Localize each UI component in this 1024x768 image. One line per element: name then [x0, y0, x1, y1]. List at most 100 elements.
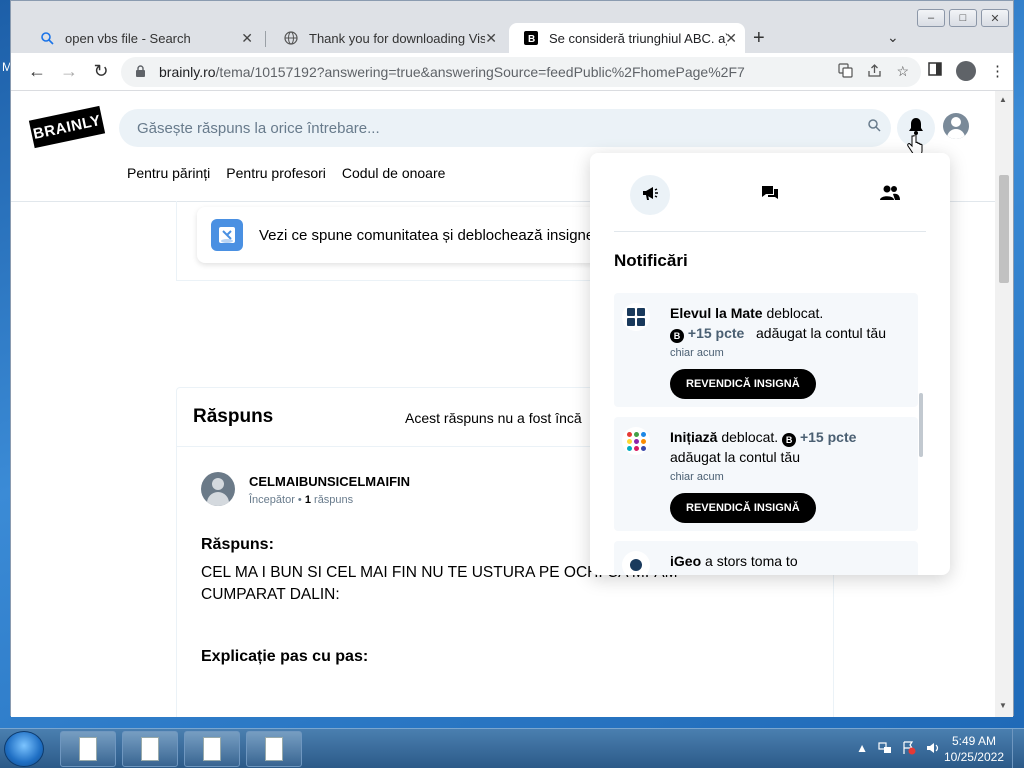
tab-download[interactable]: Thank you for downloading Visu ✕ [269, 23, 505, 53]
chevron-down-icon[interactable]: ⌄ [887, 29, 899, 46]
calculator-badge-icon [622, 303, 650, 331]
url-text: brainly.ro/tema/10157192?answering=true&… [159, 64, 745, 80]
notification-text: Elevul la Mate deblocat. B +15 pcte adău… [670, 303, 910, 343]
new-tab-button[interactable]: + [753, 27, 765, 50]
volume-icon[interactable] [926, 741, 940, 758]
badge-name: Inițiază [670, 429, 718, 445]
notification-time: chiar acum [670, 347, 724, 359]
megaphone-icon [641, 184, 659, 207]
notifications-title: Notificări [614, 251, 688, 270]
search-placeholder: Găsește răspuns la orice întrebare... [137, 119, 380, 137]
star-icon[interactable]: ☆ [896, 63, 909, 81]
badge-status: a stors toma to [705, 553, 798, 569]
badge-name: iGeo [670, 553, 702, 569]
points-value: +15 pcte [799, 429, 857, 445]
scroll-thumb[interactable] [999, 175, 1009, 283]
share-icon[interactable] [867, 63, 882, 81]
notifications-scrollbar[interactable] [919, 393, 923, 457]
answer-heading: Răspuns [193, 406, 274, 427]
document-icon [203, 737, 221, 761]
tab-announcements[interactable] [630, 175, 670, 215]
svg-text:B: B [528, 34, 535, 45]
tab-friends[interactable] [870, 175, 910, 215]
start-button[interactable] [4, 731, 44, 767]
search-icon [39, 30, 55, 46]
address-bar[interactable]: brainly.ro/tema/10157192?answering=true&… [121, 57, 921, 87]
reload-button[interactable]: ↻ [89, 61, 113, 82]
translate-icon[interactable] [838, 63, 854, 81]
url-host: brainly.ro [159, 64, 216, 80]
browser-window: – □ ✕ open vbs file - Search ✕ Thank you… [10, 0, 1014, 717]
omnibox-actions: ☆ [838, 63, 909, 81]
taskbar-item[interactable] [122, 731, 178, 767]
points-coin-icon: B [782, 433, 797, 447]
document-icon [265, 737, 283, 761]
claim-badge-button[interactable]: REVENDICĂ INSIGNĂ [670, 493, 816, 523]
taskbar-item[interactable] [246, 731, 302, 767]
answerer-rank: Începător • 1 răspuns [249, 494, 354, 506]
taskbar: ▲ 5:49 AM 10/25/2022 [0, 728, 1024, 768]
answers-count: 1 [304, 494, 311, 506]
answer-label: Răspuns: [201, 536, 274, 553]
tab-strip: open vbs file - Search ✕ Thank you for d… [11, 21, 1013, 53]
notification-text: iGeo a stors toma to [670, 551, 910, 571]
notification-item[interactable]: Elevul la Mate deblocat. B +15 pcte adău… [614, 293, 918, 407]
answerer-username[interactable]: CELMAIBUNSICELMAIFIN [249, 474, 410, 489]
show-desktop-button[interactable] [1012, 729, 1024, 768]
lock-icon [135, 65, 147, 79]
notification-tabs [614, 171, 926, 215]
tray-arrow-icon[interactable]: ▲ [856, 741, 868, 758]
globe-icon [283, 30, 299, 46]
user-avatar[interactable] [943, 113, 969, 139]
profile-icon[interactable] [956, 61, 976, 81]
tab-title: Se consideră triunghiul ABC. a) S [549, 30, 727, 46]
notification-item[interactable]: iGeo a stors toma to [614, 541, 918, 575]
globe-badge-icon [622, 551, 650, 575]
community-icon [211, 219, 243, 251]
close-icon[interactable]: ✕ [485, 30, 497, 47]
search-icon[interactable] [868, 119, 881, 135]
url-path: /tema/10157192?answering=true&answeringS… [215, 64, 745, 80]
tab-search[interactable]: open vbs file - Search ✕ [25, 23, 261, 53]
tab-brainly[interactable]: B Se consideră triunghiul ABC. a) S ✕ [509, 23, 745, 53]
notification-time: chiar acum [670, 471, 724, 483]
badge-name: Elevul la Mate [670, 305, 763, 321]
explanation-label: Explicație pas cu pas: [201, 648, 369, 665]
page-scrollbar[interactable]: ▲ ▼ [995, 91, 1013, 717]
close-icon[interactable]: ✕ [725, 30, 737, 47]
notifications-panel: Notificări Elevul la Mate deblocat. B +1… [590, 153, 950, 575]
answers-word: răspuns [314, 494, 354, 506]
scroll-down-icon[interactable]: ▼ [999, 701, 1007, 710]
nav-parents[interactable]: Pentru părinți [127, 165, 210, 181]
answerer-avatar[interactable] [201, 472, 235, 506]
badge-status: deblocat. [721, 429, 779, 445]
action-center-icon[interactable] [902, 741, 916, 758]
forward-button[interactable]: → [57, 61, 81, 82]
document-icon [141, 737, 159, 761]
scroll-up-icon[interactable]: ▲ [999, 95, 1007, 104]
nav-teachers[interactable]: Pentru profesori [226, 165, 326, 181]
nav-honor-code[interactable]: Codul de onoare [342, 165, 446, 181]
chat-icon [761, 184, 779, 207]
document-icon [79, 737, 97, 761]
answer-notice: Acest răspuns nu a fost încă [405, 410, 582, 426]
clock-time: 5:49 AM [951, 734, 996, 748]
close-icon[interactable]: ✕ [241, 30, 253, 47]
points-value: +15 pcte [687, 325, 745, 341]
taskbar-item[interactable] [184, 731, 240, 767]
claim-badge-button[interactable]: REVENDICĂ INSIGNĂ [670, 369, 816, 399]
points-added-text: adăugat la contul tău [756, 325, 886, 341]
clock[interactable]: 5:49 AM 10/25/2022 [944, 733, 1004, 765]
network-icon[interactable] [878, 741, 892, 758]
system-tray: ▲ [856, 741, 940, 758]
taskbar-item[interactable] [60, 731, 116, 767]
menu-icon[interactable]: ⋮ [990, 62, 1005, 80]
brainly-logo[interactable]: BRAINLY [28, 105, 106, 149]
tab-messages[interactable] [750, 175, 790, 215]
notification-item[interactable]: Inițiază deblocat. B +15 pcte adăugat la… [614, 417, 918, 531]
search-input[interactable]: Găsește răspuns la orice întrebare... [119, 109, 891, 147]
back-button[interactable]: ← [25, 61, 49, 82]
side-panel-icon[interactable] [928, 62, 942, 80]
community-banner[interactable]: Vezi ce spune comunitatea și deblochează… [197, 207, 637, 263]
clock-date: 10/25/2022 [943, 750, 1004, 764]
